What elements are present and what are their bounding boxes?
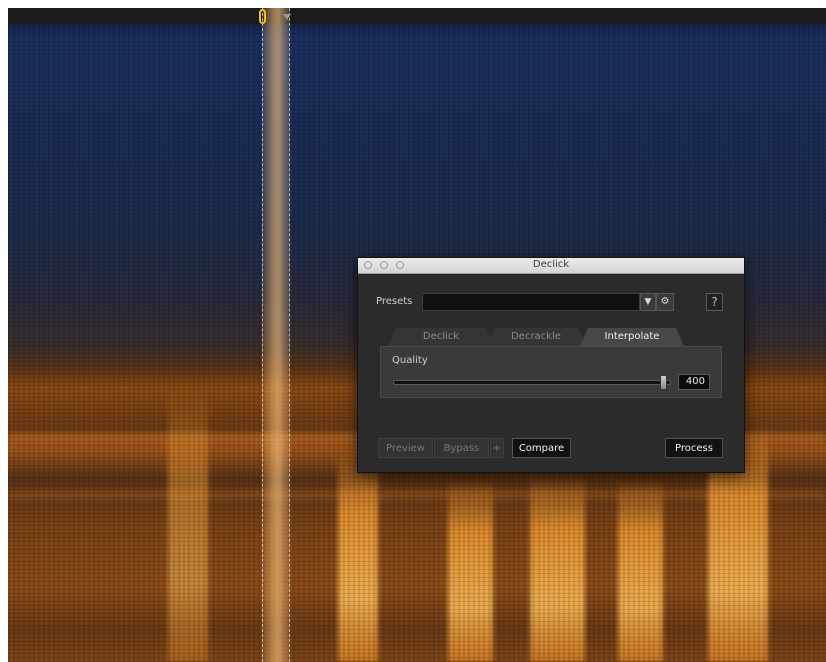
process-button[interactable]: Process <box>665 438 723 458</box>
presets-dropdown-icon[interactable]: ▼ <box>640 293 656 311</box>
presets-label: Presets <box>376 296 413 307</box>
dialog-title: Declick <box>532 259 570 270</box>
quality-slider[interactable] <box>393 375 671 390</box>
tab-interpolate[interactable]: Interpolate <box>580 328 684 346</box>
preview-button[interactable]: Preview <box>378 438 433 458</box>
bypass-button[interactable]: Bypass <box>434 438 489 458</box>
tab-declick[interactable]: Declick <box>388 328 494 346</box>
timeline-ruler[interactable] <box>8 8 826 24</box>
quality-value-field[interactable]: 400 <box>678 374 710 390</box>
declick-dialog: Declick Presets ▼ ⚙ ? Declick Decrackle … <box>357 257 745 473</box>
tab-decrackle[interactable]: Decrackle <box>486 328 586 346</box>
presets-select[interactable] <box>422 293 640 311</box>
selection-handle-icon[interactable] <box>283 14 291 20</box>
bypass-plus-button[interactable]: + <box>490 438 504 458</box>
interpolate-panel: Quality 400 <box>380 346 722 398</box>
help-button[interactable]: ? <box>706 293 723 311</box>
presets-settings-gear-icon[interactable]: ⚙ <box>656 293 674 311</box>
playhead-marker[interactable] <box>259 9 266 24</box>
compare-button[interactable]: Compare <box>512 438 571 458</box>
time-selection[interactable] <box>262 8 290 662</box>
dialog-titlebar[interactable]: Declick <box>358 258 744 274</box>
quality-label: Quality <box>392 355 428 366</box>
quality-slider-thumb[interactable] <box>660 375 667 390</box>
